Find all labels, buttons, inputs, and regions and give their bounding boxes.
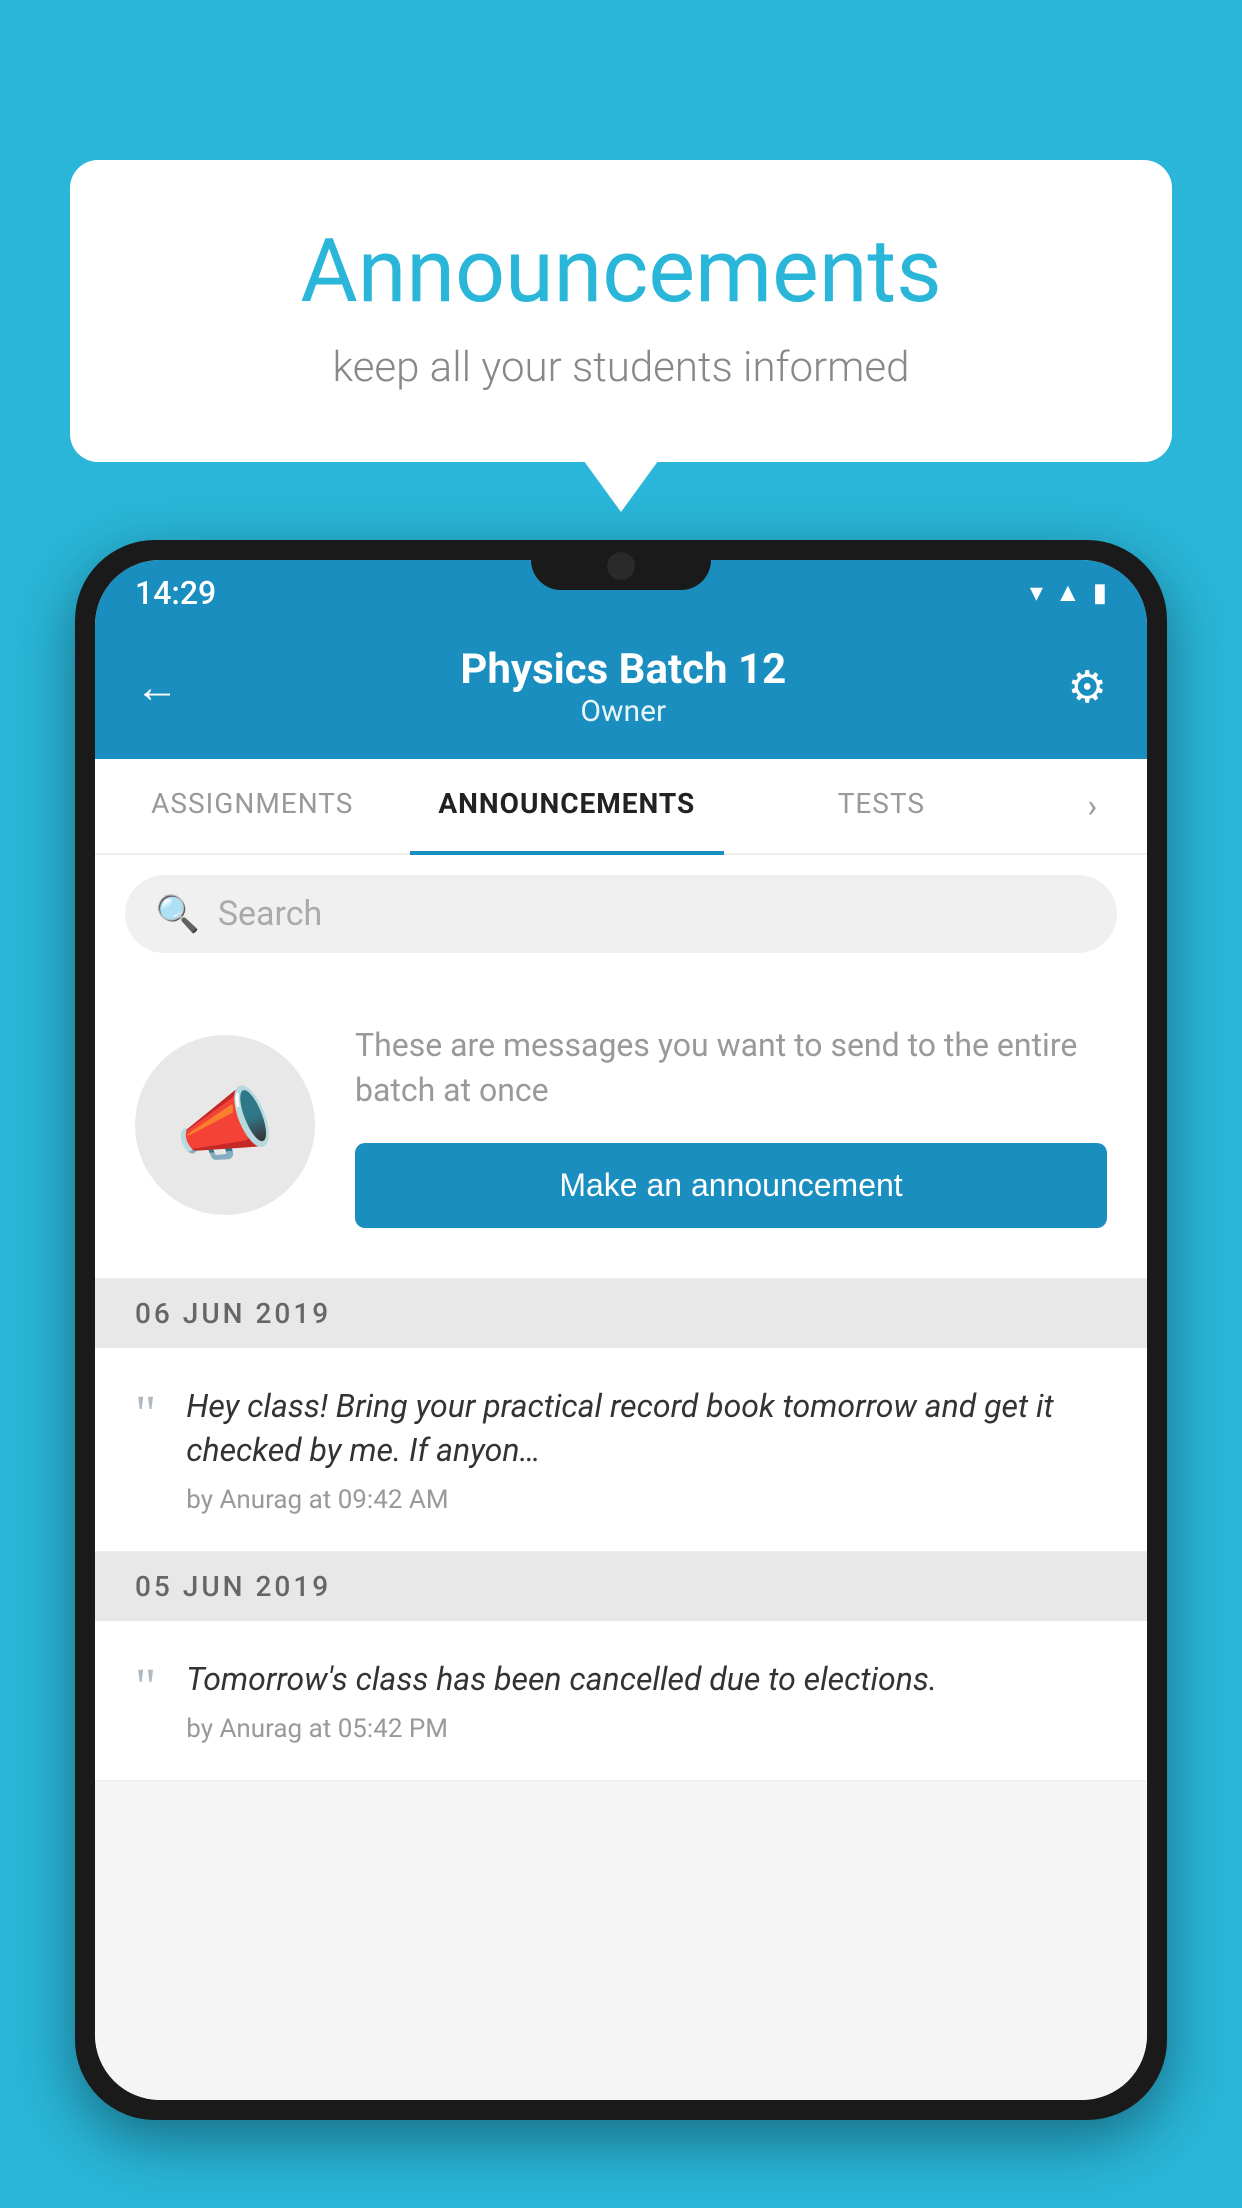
- announcement-item-1[interactable]: " Hey class! Bring your practical record…: [95, 1348, 1147, 1553]
- header-title-block: Physics Batch 12 Owner: [179, 645, 1068, 729]
- make-announcement-button[interactable]: Make an announcement: [355, 1143, 1107, 1228]
- quote-icon-2: ": [135, 1662, 156, 1714]
- signal-icon: ▲: [1055, 577, 1081, 608]
- empty-state-description: These are messages you want to send to t…: [355, 1023, 1107, 1113]
- date-separator-1: 06 JUN 2019: [95, 1279, 1147, 1348]
- tabs-bar: ASSIGNMENTS ANNOUNCEMENTS TESTS ›: [95, 759, 1147, 855]
- phone-outer: 14:29 ▾ ▲ ▮ ← Physics Batch 12 Owner ⚙: [75, 540, 1167, 2120]
- status-time: 14:29: [135, 574, 216, 612]
- header-title: Physics Batch 12: [179, 645, 1068, 694]
- phone-mockup: 14:29 ▾ ▲ ▮ ← Physics Batch 12 Owner ⚙: [75, 540, 1167, 2208]
- bubble-subtitle: keep all your students informed: [150, 343, 1092, 392]
- search-bar[interactable]: 🔍 Search: [125, 875, 1117, 953]
- announcement-text-2: Tomorrow's class has been cancelled due …: [186, 1657, 1107, 1702]
- tab-tests[interactable]: TESTS: [724, 759, 1039, 853]
- content-area: 🔍 Search 📣 These are messages you want t…: [95, 855, 1147, 2100]
- bubble-title: Announcements: [150, 220, 1092, 323]
- phone-camera: [607, 552, 635, 580]
- announcement-meta-1: by Anurag at 09:42 AM: [186, 1485, 1107, 1515]
- announcement-meta-2: by Anurag at 05:42 PM: [186, 1714, 1107, 1744]
- status-icons: ▾ ▲ ▮: [1030, 577, 1107, 608]
- wifi-icon: ▾: [1030, 578, 1043, 608]
- tab-announcements[interactable]: ANNOUNCEMENTS: [410, 759, 725, 855]
- header-subtitle: Owner: [179, 694, 1068, 729]
- date-separator-2: 05 JUN 2019: [95, 1552, 1147, 1621]
- announcement-body-1: Hey class! Bring your practical record b…: [186, 1384, 1107, 1516]
- announcement-item-2[interactable]: " Tomorrow's class has been cancelled du…: [95, 1621, 1147, 1781]
- megaphone-icon: 📣: [175, 1078, 275, 1172]
- tab-more[interactable]: ›: [1039, 759, 1147, 853]
- empty-state-right: These are messages you want to send to t…: [355, 1023, 1107, 1228]
- quote-icon-1: ": [135, 1389, 156, 1441]
- battery-icon: ▮: [1093, 578, 1107, 608]
- tab-assignments[interactable]: ASSIGNMENTS: [95, 759, 410, 853]
- search-bar-wrapper: 🔍 Search: [95, 855, 1147, 973]
- app-header: ← Physics Batch 12 Owner ⚙: [95, 625, 1147, 759]
- phone-notch: [531, 540, 711, 590]
- search-icon: 🔍: [155, 893, 200, 935]
- search-placeholder: Search: [218, 894, 322, 934]
- settings-button[interactable]: ⚙: [1068, 661, 1107, 713]
- phone-screen: 14:29 ▾ ▲ ▮ ← Physics Batch 12 Owner ⚙: [95, 560, 1147, 2100]
- announcement-body-2: Tomorrow's class has been cancelled due …: [186, 1657, 1107, 1744]
- announcement-text-1: Hey class! Bring your practical record b…: [186, 1384, 1107, 1474]
- back-button[interactable]: ←: [135, 661, 179, 713]
- empty-icon-circle: 📣: [135, 1035, 315, 1215]
- empty-state: 📣 These are messages you want to send to…: [95, 973, 1147, 1279]
- speech-bubble-section: Announcements keep all your students inf…: [70, 160, 1172, 462]
- speech-bubble-card: Announcements keep all your students inf…: [70, 160, 1172, 462]
